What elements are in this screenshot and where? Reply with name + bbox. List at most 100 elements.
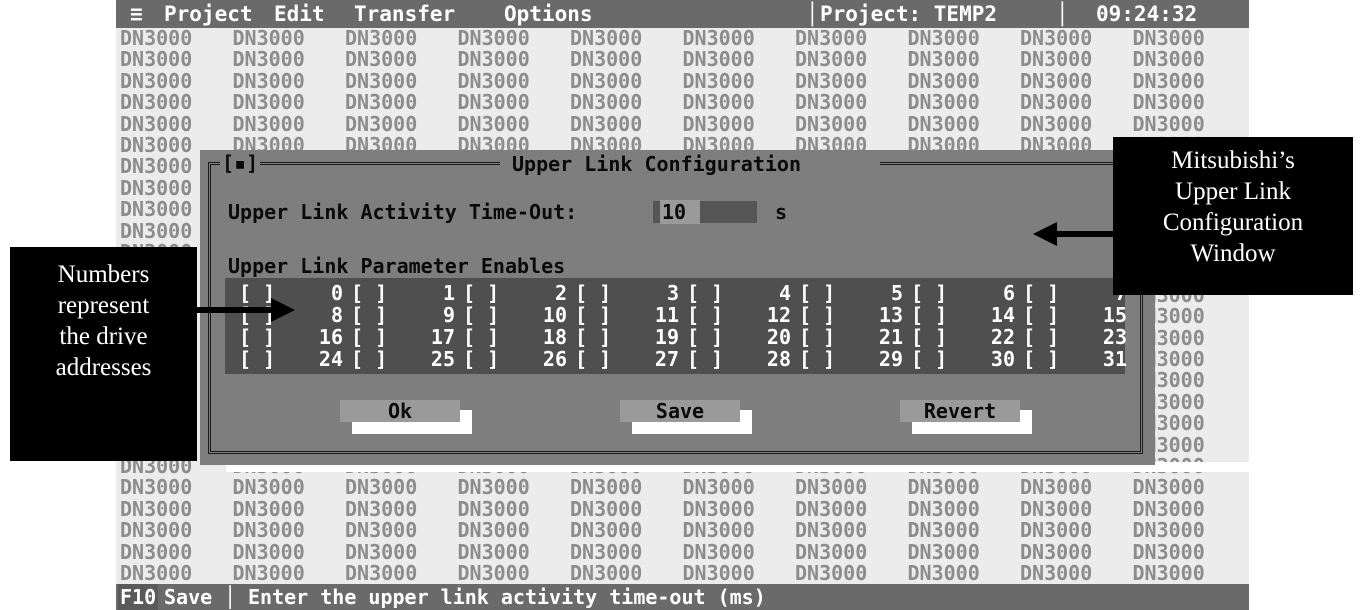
address-checkbox-6[interactable]: [ ] 6 (911, 282, 1023, 304)
project-indicator: Project: TEMP2 (820, 2, 998, 26)
save-button[interactable]: Save (620, 400, 740, 422)
address-checkbox-4[interactable]: [ ] 4 (687, 282, 799, 304)
system-menu-icon[interactable]: ≡ (130, 0, 143, 28)
address-checkbox-20[interactable]: [ ] 20 (687, 326, 799, 348)
drive-address-label: 14 (990, 303, 1015, 327)
checkbox[interactable]: [ ] (687, 304, 723, 326)
address-checkbox-12[interactable]: [ ] 12 (687, 304, 799, 326)
address-checkbox-1[interactable]: [ ] 1 (351, 282, 463, 304)
address-checkbox-29[interactable]: [ ] 29 (799, 348, 911, 370)
checkbox[interactable]: [ ] (575, 348, 611, 370)
background-cell: DN3000 (1132, 111, 1205, 136)
status-separator: │ (224, 585, 237, 609)
checkbox[interactable]: [ ] (463, 348, 499, 370)
address-checkbox-9[interactable]: [ ] 9 (351, 304, 463, 326)
background-cell: DN3000 (682, 518, 755, 543)
checkbox[interactable]: [ ] (799, 326, 835, 348)
checkbox[interactable]: [ ] (463, 326, 499, 348)
background-cell: DN3000 (682, 47, 755, 72)
background-cell: DN3000 (232, 539, 305, 564)
dialog-close-button[interactable]: [▪] (220, 151, 261, 175)
checkbox[interactable]: [ ] (351, 304, 387, 326)
status-key-f10[interactable]: F10 (118, 584, 159, 610)
checkbox[interactable]: [ ] (239, 348, 275, 370)
address-checkbox-22[interactable]: [ ] 22 (911, 326, 1023, 348)
address-checkbox-18[interactable]: [ ] 18 (463, 326, 575, 348)
checkbox[interactable]: [ ] (687, 326, 723, 348)
timeout-unit: s (775, 200, 788, 224)
checkbox[interactable]: [ ] (351, 282, 387, 304)
checkbox[interactable]: [ ] (239, 326, 275, 348)
background-cell: DN3000 (345, 518, 418, 543)
dialog-title: Upper Link Configuration (512, 152, 801, 176)
checkbox[interactable]: [ ] (575, 282, 611, 304)
address-checkbox-31[interactable]: [ ] 31 (1023, 348, 1135, 370)
menu-transfer[interactable]: Transfer (354, 0, 455, 28)
background-cell: DN3000 (1132, 518, 1205, 543)
background-cell: DN3000 (907, 111, 980, 136)
background-cell: DN3000 (907, 475, 980, 500)
background-cell: DN3000 (345, 475, 418, 500)
address-checkbox-21[interactable]: [ ] 21 (799, 326, 911, 348)
background-cell: DN3000 (907, 518, 980, 543)
background-cell: DN3000 (345, 26, 418, 50)
drive-address-label: 26 (542, 347, 567, 371)
menu-options[interactable]: Options (504, 0, 593, 28)
address-checkbox-15[interactable]: [ ] 15 (1023, 304, 1135, 326)
checkbox[interactable]: [ ] (687, 282, 723, 304)
background-cell: DN3000 (232, 26, 305, 50)
revert-button[interactable]: Revert (900, 400, 1020, 422)
address-checkbox-27[interactable]: [ ] 27 (575, 348, 687, 370)
checkbox[interactable]: [ ] (687, 348, 723, 370)
checkbox[interactable]: [ ] (575, 304, 611, 326)
address-checkbox-26[interactable]: [ ] 26 (463, 348, 575, 370)
background-cell: DN3000 (570, 68, 643, 93)
checkbox[interactable]: [ ] (799, 304, 835, 326)
checkbox[interactable]: [ ] (1023, 348, 1059, 370)
ok-button[interactable]: Ok (340, 400, 460, 422)
address-checkbox-3[interactable]: [ ] 3 (575, 282, 687, 304)
menu-project[interactable]: Project (164, 0, 253, 28)
checkbox[interactable]: [ ] (351, 348, 387, 370)
background-row: DN3000 DN3000 DN3000 DN3000 DN3000 DN3000 DN30… (116, 563, 1249, 584)
address-checkbox-14[interactable]: [ ] 14 (911, 304, 1023, 326)
address-checkbox-17[interactable]: [ ] 17 (351, 326, 463, 348)
address-checkbox-23[interactable]: [ ] 23 (1023, 326, 1135, 348)
checkbox[interactable]: [ ] (799, 348, 835, 370)
checkbox[interactable]: [ ] (575, 326, 611, 348)
checkbox[interactable]: [ ] (463, 304, 499, 326)
drive-address-label: 11 (654, 303, 679, 327)
background-cell: DN3000 (570, 539, 643, 564)
address-checkbox-19[interactable]: [ ] 19 (575, 326, 687, 348)
address-checkbox-24[interactable]: [ ] 24 (239, 348, 351, 370)
address-checkbox-5[interactable]: [ ] 5 (799, 282, 911, 304)
checkbox[interactable]: [ ] (463, 282, 499, 304)
background-cell: DN3000 (570, 475, 643, 500)
background-cell: DN3000 (120, 475, 193, 500)
checkbox[interactable]: [ ] (911, 326, 947, 348)
parameter-enables-grid: [ ]0[ ]1[ ]2[ ]3[ ]4[ ]5[ ]6[ ]7[ ]8[ ]9… (225, 278, 1127, 374)
address-checkbox-16[interactable]: [ ] 16 (239, 326, 351, 348)
address-checkbox-10[interactable]: [ ] 10 (463, 304, 575, 326)
address-checkbox-25[interactable]: [ ] 25 (351, 348, 463, 370)
annotation-window-name: Mitsubishi’s Upper Link Configuration Wi… (1113, 137, 1353, 295)
annotation-line: addresses (55, 354, 152, 381)
checkbox[interactable]: [ ] (1023, 326, 1059, 348)
menu-edit[interactable]: Edit (274, 0, 325, 28)
background-cell: DN3000 (120, 90, 193, 115)
timeout-value[interactable]: 10 (660, 200, 700, 224)
checkbox[interactable]: [ ] (1023, 282, 1059, 304)
address-checkbox-30[interactable]: [ ] 30 (911, 348, 1023, 370)
checkbox[interactable]: [ ] (351, 326, 387, 348)
checkbox[interactable]: [ ] (911, 348, 947, 370)
checkbox[interactable]: [ ] (799, 282, 835, 304)
address-checkbox-11[interactable]: [ ] 11 (575, 304, 687, 326)
address-checkbox-28[interactable]: [ ] 28 (687, 348, 799, 370)
address-checkbox-2[interactable]: [ ] 2 (463, 282, 575, 304)
drive-address-label: 10 (542, 303, 567, 327)
checkbox[interactable]: [ ] (911, 282, 947, 304)
checkbox[interactable]: [ ] (911, 304, 947, 326)
address-checkbox-13[interactable]: [ ] 13 (799, 304, 911, 326)
background-cell: DN3000 (345, 90, 418, 115)
checkbox[interactable]: [ ] (1023, 304, 1059, 326)
